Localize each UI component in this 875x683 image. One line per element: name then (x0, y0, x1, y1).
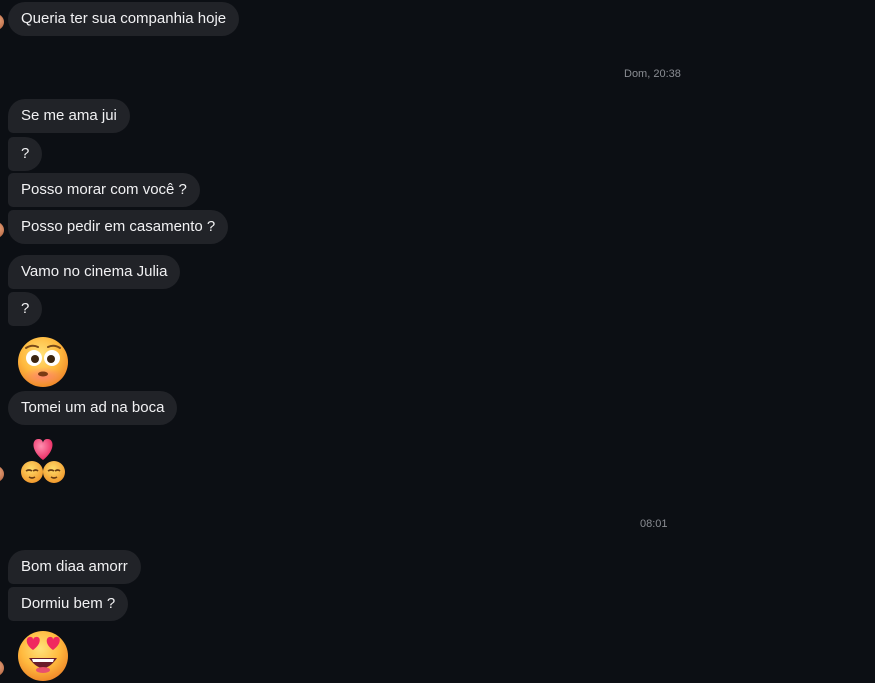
message-text: Posso pedir em casamento ? (21, 218, 216, 235)
sender-avatar[interactable] (0, 222, 4, 238)
message-bubble[interactable]: Queria ter sua companhia hoje (8, 2, 240, 36)
message-text: Se me ama jui (21, 107, 117, 124)
message-text: Vamo no cinema Julia (21, 263, 168, 280)
message-text: Dormiu bem ? (21, 595, 116, 612)
message-text: ? (21, 300, 30, 317)
message-bubble[interactable]: Se me ama jui (8, 99, 130, 133)
message-bubble[interactable]: Dormiu bem ? (8, 587, 129, 621)
message-bubble[interactable]: Posso pedir em casamento ? (8, 210, 229, 244)
message-text: Tomei um ad na boca (21, 399, 165, 416)
message-bubble[interactable]: Bom diaa amorr (8, 550, 141, 584)
couple-with-heart-emoji-icon[interactable] (16, 434, 70, 488)
sender-avatar[interactable] (0, 660, 4, 676)
heart-eyes-face-emoji-icon[interactable] (16, 628, 70, 682)
message-text: Posso morar com você ? (21, 181, 187, 198)
timestamp: 08:01 (640, 518, 668, 530)
message-text: Bom diaa amorr (21, 558, 128, 575)
message-text: Queria ter sua companhia hoje (21, 10, 227, 27)
message-bubble[interactable]: Vamo no cinema Julia (8, 255, 181, 289)
message-bubble[interactable]: Posso morar com você ? (8, 173, 200, 207)
chat-thread: Queria ter sua companhia hoje Dom, 20:38… (0, 0, 875, 683)
message-text: ? (21, 145, 30, 162)
message-bubble[interactable]: Tomei um ad na boca (8, 391, 178, 425)
message-bubble[interactable]: ? (8, 292, 43, 326)
timestamp: Dom, 20:38 (624, 68, 681, 80)
sender-avatar[interactable] (0, 14, 4, 30)
flushed-face-emoji-icon[interactable] (16, 334, 70, 388)
sender-avatar[interactable] (0, 466, 4, 482)
message-bubble[interactable]: ? (8, 137, 43, 171)
